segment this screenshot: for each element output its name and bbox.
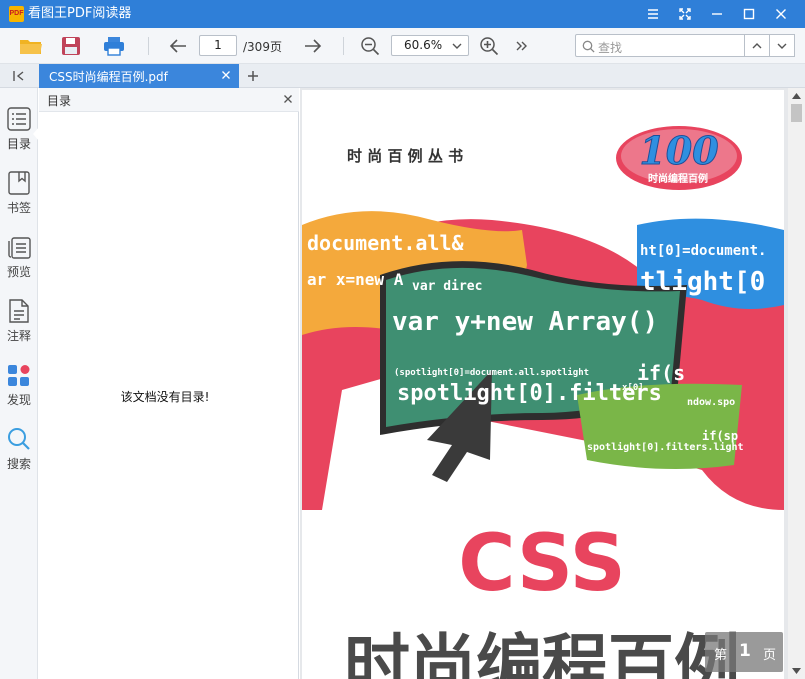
printer-icon: [104, 37, 124, 56]
sidebar-item-label: 预览: [6, 265, 31, 279]
annotation-icon: [6, 297, 32, 325]
cover-title: CSS: [458, 519, 626, 609]
double-chevron-right-icon: [516, 41, 527, 51]
zoom-out-icon: [361, 37, 380, 56]
document-viewer[interactable]: document.all& ar x=new A var y+new Array…: [300, 88, 805, 679]
code-line: tlight[0: [640, 267, 765, 297]
search-input[interactable]: 查找: [575, 34, 745, 57]
toolbar: 1 /309页 60.6% 查找: [0, 28, 805, 64]
sidebar-item-label: 搜索: [6, 457, 31, 471]
zoom-out-button[interactable]: [356, 28, 384, 64]
more-tools-button[interactable]: [510, 28, 534, 64]
badge-number: 100: [639, 128, 719, 173]
arrow-right-icon: [305, 39, 322, 53]
arrow-left-icon: [169, 39, 186, 53]
new-tab-button[interactable]: [244, 66, 262, 86]
left-sidebar: 目录 书签 预览 注释 发现 搜索: [0, 88, 39, 679]
window-title: 看图王PDF阅读器: [28, 6, 132, 21]
thumbnails-icon: [6, 233, 32, 261]
search-placeholder: 查找: [598, 41, 623, 55]
code-line: x[0]: [622, 383, 644, 393]
series-title: 时 尚 百 例 丛 书: [347, 147, 463, 165]
cover-art: document.all& ar x=new A var y+new Array…: [302, 90, 784, 679]
sidebar-item-label: 发现: [6, 393, 31, 407]
app-logo-icon: PDF: [9, 6, 24, 22]
pdf-page: document.all& ar x=new A var y+new Array…: [302, 90, 784, 679]
zoom-in-icon: [480, 37, 499, 56]
collapse-sidebar-button[interactable]: [0, 64, 38, 88]
zoom-in-button[interactable]: [475, 28, 503, 64]
code-line: (spotlight[0]=document.all.spotlight: [394, 367, 589, 378]
collapse-left-icon: [13, 71, 24, 81]
scroll-thumb[interactable]: [791, 104, 802, 122]
scroll-up-icon[interactable]: [788, 88, 805, 104]
discover-icon: [6, 361, 32, 389]
sidebar-item-annotations[interactable]: 注释: [0, 297, 38, 357]
code-line: ht[0]=document.: [640, 243, 766, 259]
chevron-up-icon: [752, 42, 762, 48]
toolbar-divider: [342, 28, 344, 64]
code-line: document.all&: [307, 231, 464, 255]
zoom-value: 60.6%: [404, 38, 443, 52]
sidebar-item-toc[interactable]: 目录: [0, 105, 39, 165]
minimize-button[interactable]: [701, 0, 733, 28]
search-prev-button[interactable]: [744, 34, 770, 57]
title-bar: PDF 看图王PDF阅读器: [0, 0, 805, 28]
save-icon: [62, 37, 80, 55]
prev-page-button[interactable]: [164, 28, 192, 64]
close-panel-icon[interactable]: [283, 93, 293, 107]
list-icon: [6, 105, 32, 133]
toc-empty-message: 该文档没有目录!: [120, 390, 210, 404]
close-tab-icon[interactable]: [221, 69, 231, 83]
folder-icon: [20, 40, 42, 54]
print-button[interactable]: [99, 28, 129, 64]
code-line: var direc: [412, 279, 482, 294]
cover-subtitle: 时尚编程百例: [344, 627, 740, 679]
toc-panel: 目录 该文档没有目录!: [39, 88, 299, 679]
tab-document[interactable]: CSS时尚编程百例.pdf: [39, 64, 239, 88]
page-number-input[interactable]: 1: [199, 35, 237, 56]
code-line: ndow.spo: [687, 397, 735, 408]
code-line: spotlight[0].filters.light: [587, 441, 744, 453]
plus-icon: [248, 71, 258, 81]
toolbar-divider: [147, 28, 149, 64]
sidebar-item-search[interactable]: 搜索: [0, 425, 38, 485]
page-indicator-number: 1: [739, 641, 751, 661]
page-indicator-suffix: 页: [763, 648, 777, 663]
next-page-button[interactable]: [299, 28, 327, 64]
open-file-button[interactable]: [16, 28, 46, 64]
vertical-scrollbar[interactable]: [788, 88, 805, 679]
badge-text: 时尚编程百例: [648, 172, 708, 185]
fullscreen-button[interactable]: [669, 0, 701, 28]
tab-label: CSS时尚编程百例.pdf: [49, 70, 168, 84]
code-line: if(s: [637, 361, 685, 385]
code-line: var y+new Array(): [392, 307, 658, 337]
chevron-down-icon: [777, 43, 787, 49]
code-line: if(sp: [702, 429, 738, 443]
scroll-down-icon[interactable]: [788, 663, 805, 679]
sidebar-item-discover[interactable]: 发现: [0, 361, 38, 421]
search-next-button[interactable]: [769, 34, 795, 57]
save-button[interactable]: [57, 28, 85, 64]
search-icon: [582, 40, 595, 56]
code-line: ar x=new A: [307, 270, 404, 289]
bookmark-icon: [6, 169, 32, 197]
toc-header: 目录: [39, 88, 299, 112]
page-total: /309页: [243, 40, 282, 54]
sidebar-item-bookmarks[interactable]: 书签: [0, 169, 38, 229]
zoom-select[interactable]: 60.6%: [391, 35, 469, 56]
menu-button[interactable]: [637, 0, 669, 28]
sidebar-item-preview[interactable]: 预览: [0, 233, 38, 293]
sidebar-item-label: 注释: [6, 329, 31, 343]
page-indicator: 第 1 页: [705, 632, 783, 672]
maximize-button[interactable]: [733, 0, 765, 28]
chevron-down-icon: [451, 40, 463, 55]
tab-bar: CSS时尚编程百例.pdf: [0, 64, 805, 88]
toc-title: 目录: [47, 94, 72, 108]
page-indicator-prefix: 第: [714, 648, 728, 663]
sidebar-item-label: 书签: [6, 201, 31, 215]
close-button[interactable]: [765, 0, 797, 28]
search-icon: [6, 425, 32, 453]
